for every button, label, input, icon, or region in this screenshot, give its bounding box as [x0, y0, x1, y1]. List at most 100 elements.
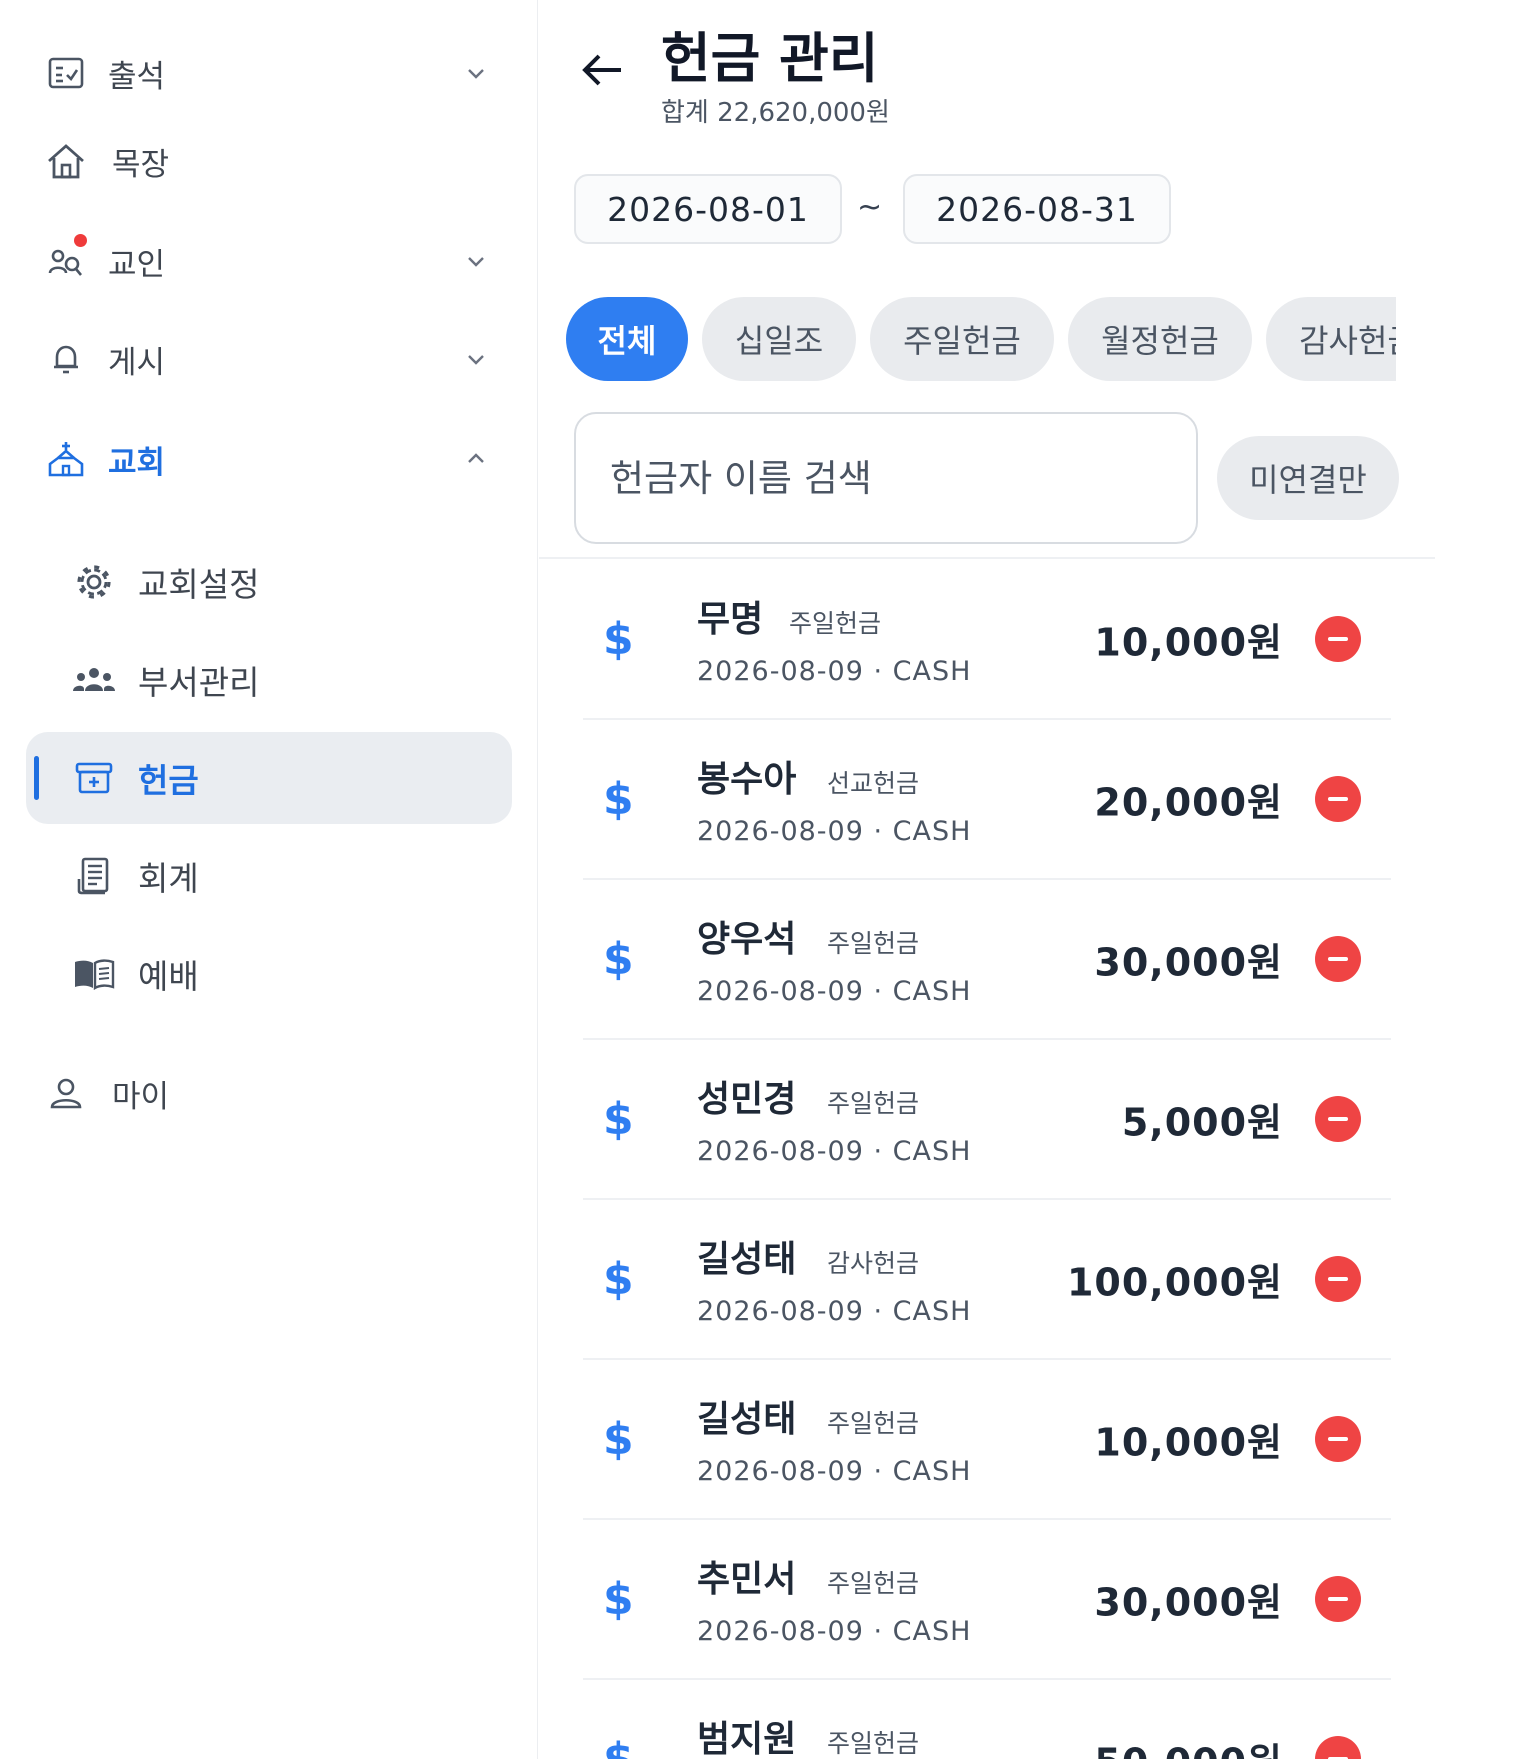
chevron-down-icon — [468, 69, 484, 79]
offering-amount: 5,000원 — [1121, 1100, 1283, 1145]
dollar-icon: $ — [603, 613, 634, 665]
sidebar-subitem-accounting[interactable]: 회계 — [26, 830, 512, 922]
donor-name: 추민서 — [697, 1559, 797, 1600]
sidebar-item-label: 회계 — [138, 859, 199, 898]
sidebar-item-label: 예배 — [138, 957, 199, 996]
sidebar-subitem-departments[interactable]: 부서관리 — [26, 634, 512, 726]
group-icon — [72, 658, 116, 702]
gear-icon — [72, 560, 116, 604]
book-icon — [72, 952, 116, 996]
offering-date-method: 2026-08-09 · CASH — [697, 1296, 972, 1327]
chip-sunday-offering[interactable]: 주일헌금 — [870, 297, 1054, 381]
chip-all[interactable]: 전체 — [566, 297, 688, 381]
offering-date-method: 2026-08-09 · CASH — [697, 656, 972, 687]
offering-amount: 30,000원 — [1094, 1580, 1283, 1625]
chevron-down-icon — [468, 355, 484, 365]
sidebar-item-attendance[interactable]: 출석 — [26, 27, 512, 119]
sidebar-item-label: 마이 — [112, 1078, 170, 1115]
offering-type: 주일헌금 — [789, 609, 882, 638]
sidebar-item-church[interactable]: 교회 — [26, 413, 512, 505]
donor-name: 길성태 — [697, 1239, 797, 1280]
home-icon — [46, 141, 86, 181]
remove-offering-button[interactable] — [1315, 616, 1361, 662]
offering-row[interactable]: $ 성민경 주일헌금 2026-08-09 · CASH 5,000원 — [583, 1040, 1391, 1200]
donor-search-input[interactable] — [574, 412, 1198, 544]
total-summary: 합계 22,620,000원 — [661, 98, 890, 128]
chip-tithe[interactable]: 십일조 — [702, 297, 856, 381]
offering-date-method: 2026-08-09 · CASH — [697, 976, 972, 1007]
remove-offering-button[interactable] — [1315, 936, 1361, 982]
sidebar-item-label: 교인 — [108, 246, 166, 283]
offering-type: 주일헌금 — [827, 1729, 920, 1758]
notification-dot — [74, 234, 87, 247]
unlinked-only-toggle[interactable]: 미연결만 — [1217, 436, 1399, 520]
chip-monthly-offering[interactable]: 월정헌금 — [1068, 297, 1252, 381]
offering-row[interactable]: $ 양우석 주일헌금 2026-08-09 · CASH 30,000원 — [583, 880, 1391, 1040]
dollar-icon: $ — [603, 1253, 634, 1305]
dollar-icon: $ — [603, 1413, 634, 1465]
dollar-icon: $ — [603, 1573, 634, 1625]
church-icon — [46, 439, 86, 479]
remove-offering-button[interactable] — [1315, 1736, 1361, 1759]
offering-row[interactable]: $ 길성태 감사헌금 2026-08-09 · CASH 100,000원 — [583, 1200, 1391, 1360]
donor-name: 무명 — [697, 599, 764, 640]
offering-row[interactable]: $ 무명 주일헌금 2026-08-09 · CASH 10,000원 — [583, 560, 1391, 720]
chip-thanksgiving-offering[interactable]: 감사헌금 — [1266, 297, 1396, 381]
divider — [539, 557, 1435, 559]
remove-offering-button[interactable] — [1315, 1096, 1361, 1142]
sidebar-item-cell-group[interactable]: 목장 — [26, 115, 512, 207]
offering-amount: 100,000원 — [1066, 1260, 1283, 1305]
chevron-up-icon — [468, 453, 484, 463]
start-date-field[interactable]: 2026-08-01 — [574, 174, 842, 244]
checklist-icon — [46, 53, 86, 93]
offering-type: 주일헌금 — [827, 1089, 920, 1118]
sidebar-item-board[interactable]: 게시 — [26, 313, 512, 405]
sidebar-subitem-worship[interactable]: 예배 — [26, 928, 512, 1020]
remove-offering-button[interactable] — [1315, 776, 1361, 822]
sidebar-item-members[interactable]: 교인 — [26, 215, 512, 307]
sidebar-item-label: 교회설정 — [138, 565, 260, 604]
offering-date-method: 2026-08-09 · CASH — [697, 1456, 972, 1487]
ledger-icon — [72, 854, 116, 898]
bell-icon — [46, 339, 86, 379]
remove-offering-button[interactable] — [1315, 1576, 1361, 1622]
offering-amount: 10,000원 — [1094, 620, 1283, 665]
sidebar-item-label: 부서관리 — [138, 663, 260, 702]
remove-offering-button[interactable] — [1315, 1256, 1361, 1302]
sidebar-item-label: 출석 — [108, 58, 166, 95]
donor-name: 성민경 — [697, 1079, 797, 1120]
chevron-down-icon — [468, 257, 484, 267]
sidebar: 출석 목장 교인 게시 교회 교회설정 부서관리 헌금 회계 예배 마이 — [0, 0, 538, 1759]
offering-date-method: 2026-08-09 · CASH — [697, 816, 972, 847]
offering-date-method: 2026-08-09 · CASH — [697, 1616, 972, 1647]
offering-row[interactable]: $범지원주일헌금2026-08-09 · CASH50,000원 — [583, 1680, 1391, 1759]
offering-row[interactable]: $ 추민서 주일헌금 2026-08-09 · CASH 30,000원 — [583, 1520, 1391, 1680]
date-range-separator: ~ — [857, 190, 883, 225]
sidebar-item-label: 목장 — [112, 146, 170, 183]
offering-box-icon — [72, 756, 116, 800]
sidebar-subitem-offering[interactable]: 헌금 — [26, 732, 512, 824]
user-icon — [46, 1073, 86, 1113]
offering-row[interactable]: $ 길성태 주일헌금 2026-08-09 · CASH 10,000원 — [583, 1360, 1391, 1520]
offering-amount: 10,000원 — [1094, 1420, 1283, 1465]
offering-amount: 30,000원 — [1094, 940, 1283, 985]
dollar-icon: $ — [603, 933, 634, 985]
offering-type: 주일헌금 — [827, 929, 920, 958]
end-date-field[interactable]: 2026-08-31 — [903, 174, 1171, 244]
sidebar-item-label: 헌금 — [138, 761, 199, 800]
donor-name: 범지원 — [697, 1719, 797, 1759]
remove-offering-button[interactable] — [1315, 1416, 1361, 1462]
offering-type: 선교헌금 — [827, 769, 920, 798]
donor-name: 양우석 — [697, 919, 797, 960]
sidebar-item-label: 교회 — [108, 444, 166, 481]
offering-type: 주일헌금 — [827, 1409, 920, 1438]
sidebar-subitem-church-settings[interactable]: 교회설정 — [26, 536, 512, 628]
filter-chip-bar: 전체 십일조 주일헌금 월정헌금 감사헌금 — [566, 297, 1396, 381]
dollar-icon: $ — [603, 1093, 634, 1145]
back-arrow-icon[interactable] — [579, 46, 627, 94]
page-title: 헌금 관리 — [661, 27, 879, 90]
sidebar-item-label: 게시 — [108, 344, 166, 381]
offering-amount: 50,000원 — [1094, 1732, 1283, 1759]
sidebar-item-my[interactable]: 마이 — [26, 1047, 512, 1139]
offering-row[interactable]: $ 봉수아 선교헌금 2026-08-09 · CASH 20,000원 — [583, 720, 1391, 880]
